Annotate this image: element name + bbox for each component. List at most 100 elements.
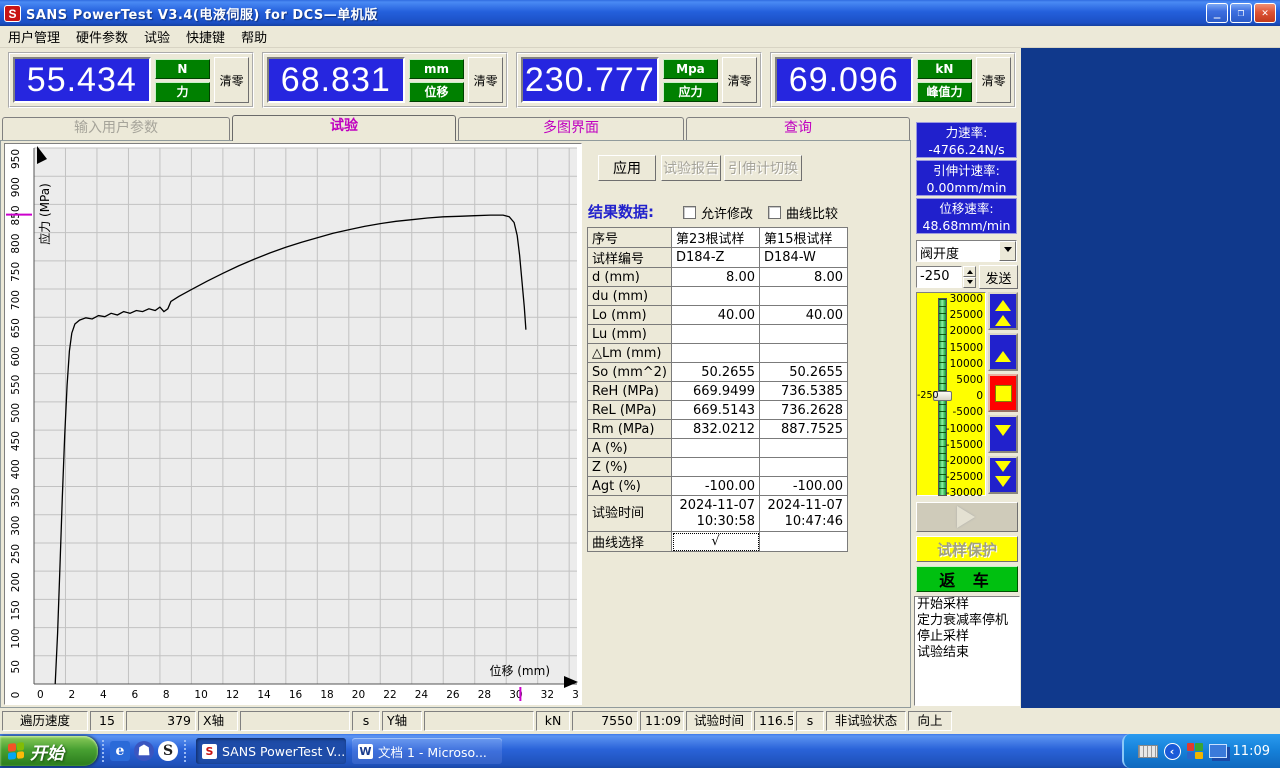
table-cell[interactable] [672, 344, 760, 363]
start-button[interactable]: 开始 [0, 736, 98, 766]
table-cell[interactable]: 40.00 [760, 306, 848, 325]
table-cell[interactable] [672, 458, 760, 477]
table-cell[interactable]: 2024-11-07 10:30:58 [672, 496, 760, 532]
window-title: SANS PowerTest V3.4(电液伺服) for DCS—单机版 [26, 4, 378, 23]
table-row: Lo (mm)40.0040.00 [588, 306, 848, 325]
status-cell: 11:09 [640, 711, 684, 731]
table-cell[interactable]: 8.00 [672, 268, 760, 287]
status-bar: 遍历速度15379X轴sY轴kN755011:09试验时间116.5s非试验状态… [0, 708, 1280, 734]
svg-text:22: 22 [383, 689, 396, 701]
displacement-label-button[interactable]: 位移 [409, 82, 465, 102]
force-label-button[interactable]: 力 [155, 82, 211, 102]
peak-force-label-button[interactable]: 峰值力 [917, 82, 973, 102]
table-cell[interactable]: 2024-11-07 10:47:46 [760, 496, 848, 532]
valve-opening-dropdown[interactable]: 阀开度 [916, 240, 1017, 262]
table-cell[interactable]: D184-W [760, 248, 848, 268]
menu-item-1[interactable]: 硬件参数 [68, 25, 136, 48]
tab-input-user-params[interactable]: 输入用户参数 [2, 117, 230, 140]
table-cell[interactable]: 887.7525 [760, 420, 848, 439]
table-cell[interactable]: 50.2655 [760, 363, 848, 382]
table-cell[interactable]: 8.00 [760, 268, 848, 287]
tab-query[interactable]: 查询 [686, 117, 910, 140]
table-cell[interactable] [760, 532, 848, 552]
return-crosshead-button[interactable]: 返 车 [916, 566, 1018, 592]
table-cell[interactable] [760, 287, 848, 306]
tab-multi-graph[interactable]: 多图界面 [458, 117, 684, 140]
peak-force-unit-button[interactable]: kN [917, 59, 973, 79]
displacement-clear-button[interactable]: 清零 [468, 57, 503, 103]
tab-test[interactable]: 试验 [232, 115, 456, 141]
language-bar-icon[interactable]: ‹ [1164, 743, 1181, 760]
minimize-button[interactable]: _ [1206, 3, 1228, 23]
table-cell[interactable]: 50.2655 [672, 363, 760, 382]
stepper-up-icon[interactable] [963, 266, 976, 277]
restore-button[interactable]: ❐ [1230, 3, 1252, 23]
allow-edit-checkbox[interactable] [683, 206, 696, 219]
table-cell[interactable] [760, 439, 848, 458]
curve-compare-checkbox[interactable] [768, 206, 781, 219]
menu-item-3[interactable]: 快捷键 [178, 25, 233, 48]
table-cell[interactable]: √ [672, 532, 760, 552]
table-cell[interactable] [672, 439, 760, 458]
fast-up-button[interactable] [988, 292, 1018, 330]
office-tray-icon[interactable] [1187, 743, 1203, 759]
table-row-label: Rm (MPa) [588, 420, 672, 439]
table-cell[interactable]: -100.00 [760, 477, 848, 496]
stress-label-button[interactable]: 应力 [663, 82, 719, 102]
stop-button[interactable] [988, 374, 1018, 412]
quick-launch-app-icon[interactable]: S [158, 741, 178, 761]
task-button-sans[interactable]: S SANS PowerTest V... [196, 738, 346, 764]
table-row: d (mm)8.008.00 [588, 268, 848, 287]
table-cell[interactable] [672, 325, 760, 344]
task-button-word[interactable]: W 文档 1 - Microso... [352, 738, 502, 764]
displacement-unit-button[interactable]: mm [409, 59, 465, 79]
apply-button[interactable]: 应用 [598, 155, 656, 181]
quick-launch-browser-icon[interactable]: e [110, 741, 130, 761]
curve-compare-label: 曲线比较 [786, 203, 838, 222]
table-header: 第23根试样 [672, 228, 760, 248]
menu-item-2[interactable]: 试验 [136, 25, 178, 48]
svg-text:100: 100 [10, 629, 22, 649]
stepper-down-icon[interactable] [963, 277, 976, 288]
force-unit-button[interactable]: N [155, 59, 211, 79]
stress-curve-svg: 0246810121416182022242628303234050100150… [5, 144, 579, 702]
slider-scale-label: -30000 [946, 487, 983, 499]
table-cell[interactable]: -100.00 [672, 477, 760, 496]
svg-text:28: 28 [478, 689, 491, 701]
stress-clear-button[interactable]: 清零 [722, 57, 757, 103]
extensometer-rate-label: 引伸计速率: [917, 162, 1016, 179]
table-cell[interactable]: D184-Z [672, 248, 760, 268]
table-cell[interactable] [760, 325, 848, 344]
system-tray: ‹ 11:09 [1122, 734, 1280, 768]
svg-text:20: 20 [352, 689, 365, 701]
network-icon[interactable] [1209, 744, 1227, 758]
keyboard-icon[interactable] [1138, 745, 1158, 758]
chevron-down-icon[interactable] [999, 241, 1016, 261]
peak-force-clear-button[interactable]: 清零 [976, 57, 1011, 103]
status-cell: Y轴 [382, 711, 422, 731]
menu-item-0[interactable]: 用户管理 [0, 25, 68, 48]
table-cell[interactable] [760, 458, 848, 477]
fast-down-button[interactable] [988, 456, 1018, 494]
menu-item-4[interactable]: 帮助 [233, 25, 275, 48]
table-cell[interactable]: 669.9499 [672, 382, 760, 401]
table-cell[interactable]: 832.0212 [672, 420, 760, 439]
svg-text:2: 2 [68, 689, 75, 701]
table-cell[interactable]: 40.00 [672, 306, 760, 325]
quick-launch-desktop-icon[interactable]: ☗ [134, 741, 154, 761]
table-cell[interactable]: 736.2628 [760, 401, 848, 420]
table-cell[interactable] [760, 344, 848, 363]
table-cell[interactable]: 669.5143 [672, 401, 760, 420]
results-table: 序号第23根试样第15根试样试样编号D184-ZD184-Wd (mm)8.00… [587, 227, 848, 552]
up-button[interactable] [988, 333, 1018, 371]
force-clear-button[interactable]: 清零 [214, 57, 249, 103]
close-button[interactable]: ✕ [1254, 3, 1276, 23]
table-cell[interactable]: 736.5385 [760, 382, 848, 401]
send-button[interactable]: 发送 [979, 265, 1018, 289]
down-button[interactable] [988, 415, 1018, 453]
stress-unit-button[interactable]: Mpa [663, 59, 719, 79]
run-button[interactable] [916, 502, 1018, 532]
valve-value-input[interactable]: -250 [916, 266, 962, 288]
table-cell[interactable] [672, 287, 760, 306]
status-cell [240, 711, 350, 731]
